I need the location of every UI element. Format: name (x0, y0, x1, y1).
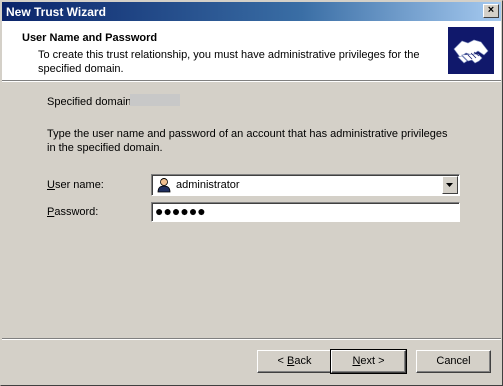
instructions-text: Type the user name and password of an ac… (47, 128, 448, 154)
user-name-label-text: ser name: (54, 179, 104, 191)
user-name-mnemonic: U (47, 179, 55, 191)
user-name-dropdown-button[interactable] (442, 176, 458, 194)
title-bar[interactable]: New Trust Wizard × (2, 2, 501, 21)
user-icon (157, 178, 171, 193)
cancel-button[interactable]: Cancel (416, 350, 491, 373)
page-subtitle: To create this trust relationship, you m… (38, 49, 420, 75)
footer-separator (2, 338, 501, 340)
back-label: ack (294, 355, 312, 367)
next-label: ext > (360, 355, 385, 367)
page-title: User Name and Password (22, 32, 158, 44)
chevron-down-icon (446, 183, 453, 187)
specified-domain-value (130, 94, 180, 106)
wizard-header: User Name and Password To create this tr… (2, 21, 501, 80)
user-name-value: administrator (176, 179, 240, 191)
window-title: New Trust Wizard (6, 5, 106, 19)
back-prefix: < (277, 355, 287, 367)
user-name-label: User name: (47, 179, 104, 191)
wizard-window: New Trust Wizard × User Name and Passwor… (0, 0, 503, 386)
user-name-combobox[interactable]: administrator (151, 174, 460, 196)
close-button[interactable]: × (483, 4, 499, 18)
header-separator (2, 80, 501, 82)
next-button[interactable]: Next > (330, 349, 407, 374)
password-field[interactable]: ●●●●●● (151, 202, 460, 222)
handshake-icon (448, 27, 494, 74)
password-label-text: assword: (54, 206, 99, 218)
password-label: Password: (47, 206, 98, 218)
back-button[interactable]: < Back (257, 350, 332, 373)
specified-domain-label: Specified domain: (47, 96, 135, 108)
